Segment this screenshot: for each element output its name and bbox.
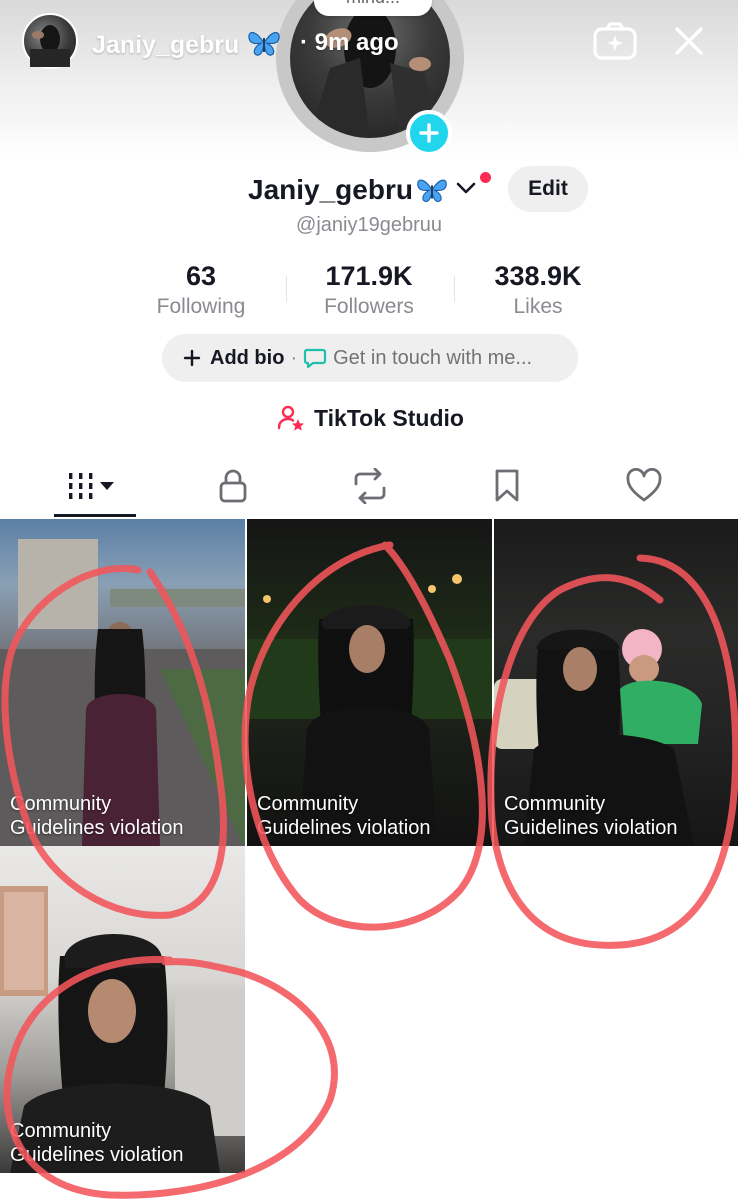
add-bio-label: Add bio xyxy=(210,346,285,369)
repost-icon xyxy=(354,468,386,504)
caption-line-2: Guidelines violation xyxy=(504,817,678,839)
heart-icon xyxy=(626,468,662,502)
video-thumbnail[interactable]: Community Guidelines violation xyxy=(0,846,245,1173)
active-tab-indicator xyxy=(54,514,136,517)
stat-followers-label: Followers xyxy=(324,295,414,318)
tab-private[interactable] xyxy=(183,456,283,516)
get-in-touch-label: Get in touch with me... xyxy=(333,346,533,369)
story-close-button[interactable] xyxy=(668,20,710,62)
add-story-button[interactable] xyxy=(406,110,452,156)
chevron-down-icon xyxy=(456,182,476,193)
stat-likes-value: 338.9K xyxy=(494,261,582,291)
studio-person-star-icon xyxy=(277,405,304,431)
add-bio-button[interactable]: Add bio xyxy=(182,347,284,370)
stat-followers-value: 171.9K xyxy=(325,261,413,291)
stat-following-value: 63 xyxy=(185,261,217,291)
stat-following-label: Following xyxy=(156,295,246,318)
story-username[interactable]: Janiy_gebru xyxy=(92,28,282,60)
grid-icon xyxy=(69,473,114,499)
plus-icon xyxy=(419,123,439,143)
video-thumbnail[interactable]: Community Guidelines violation xyxy=(494,519,738,846)
tab-videos[interactable] xyxy=(45,456,145,516)
caption-line-1: Community xyxy=(504,793,606,815)
switch-account-button[interactable] xyxy=(455,180,477,201)
story-camera-button[interactable] xyxy=(592,20,638,62)
butterfly-emoji-icon xyxy=(417,179,447,202)
video-thumbnail[interactable]: Community Guidelines violation xyxy=(0,519,245,846)
caption-line-1: Community xyxy=(257,793,359,815)
caption-line-1: Community xyxy=(10,1120,112,1142)
video-caption: Community Guidelines violation xyxy=(10,792,183,840)
stat-divider xyxy=(454,276,455,302)
story-header: Janiy_gebru · 9m ago xyxy=(0,0,738,90)
story-avatar-photo-icon xyxy=(30,25,70,67)
get-in-touch-button[interactable]: Get in touch with me... xyxy=(303,347,532,370)
message-icon xyxy=(304,348,327,369)
caption-line-2: Guidelines violation xyxy=(10,1144,184,1166)
bookmark-icon xyxy=(495,469,519,502)
caption-line-2: Guidelines violation xyxy=(10,817,184,839)
stat-likes[interactable]: 338.9K Likes xyxy=(472,260,604,322)
tiktok-studio-link[interactable]: TikTok Studio xyxy=(276,400,464,436)
camera-sparkle-icon xyxy=(593,22,637,60)
notification-dot xyxy=(480,172,491,183)
display-name: Janiy_gebru xyxy=(248,174,413,205)
story-avatar[interactable] xyxy=(22,13,78,69)
butterfly-emoji-icon xyxy=(248,32,280,56)
tiktok-studio-label: TikTok Studio xyxy=(314,404,464,431)
tab-reposts[interactable] xyxy=(320,456,420,516)
lock-icon xyxy=(219,469,247,503)
stat-following[interactable]: 63 Following xyxy=(140,260,262,322)
bio-separator: · xyxy=(290,346,298,369)
bio-pill: Add bio · Get in touch with me... xyxy=(162,334,578,382)
stat-divider xyxy=(286,276,287,302)
plus-icon xyxy=(183,349,201,367)
edit-profile-button[interactable]: Edit xyxy=(508,166,588,212)
story-username-text: Janiy_gebru xyxy=(92,31,240,59)
video-caption: Community Guidelines violation xyxy=(10,1119,183,1167)
tab-favorites[interactable] xyxy=(457,456,557,516)
profile-name-row: Janiy_gebru xyxy=(248,170,491,210)
tab-liked[interactable] xyxy=(594,456,694,516)
caption-line-1: Community xyxy=(10,793,112,815)
stat-likes-label: Likes xyxy=(513,295,563,318)
profile-handle: @janiy19gebruu xyxy=(296,214,442,236)
profile-tabs xyxy=(0,456,738,518)
video-thumbnail[interactable]: Community Guidelines violation xyxy=(247,519,492,846)
story-timestamp: · 9m ago xyxy=(300,29,399,56)
caption-line-2: Guidelines violation xyxy=(257,817,431,839)
video-caption: Community Guidelines violation xyxy=(257,792,430,840)
close-icon xyxy=(675,27,703,55)
video-caption: Community Guidelines violation xyxy=(504,792,677,840)
stat-followers[interactable]: 171.9K Followers xyxy=(304,260,434,322)
